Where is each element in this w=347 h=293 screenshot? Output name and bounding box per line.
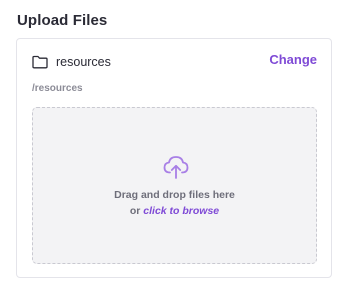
cloud-upload-icon: [161, 152, 191, 182]
folder-icon: [32, 55, 48, 69]
folder-row: resources: [32, 53, 111, 71]
dropzone-or-text: or: [129, 205, 141, 217]
click-to-browse-link[interactable]: click to browse: [143, 205, 219, 217]
file-dropzone[interactable]: Drag and drop files here or click to bro…: [32, 107, 317, 264]
upload-card: resources Change /resources Drag and dro…: [16, 38, 332, 278]
folder-name: resources: [56, 55, 111, 69]
folder-path: /resources: [32, 83, 83, 94]
dropzone-browse-line: or click to browse: [33, 205, 316, 217]
dropzone-instruction: Drag and drop files here: [114, 189, 235, 201]
change-folder-button[interactable]: Change: [269, 52, 317, 67]
page-title: Upload Files: [17, 12, 108, 29]
